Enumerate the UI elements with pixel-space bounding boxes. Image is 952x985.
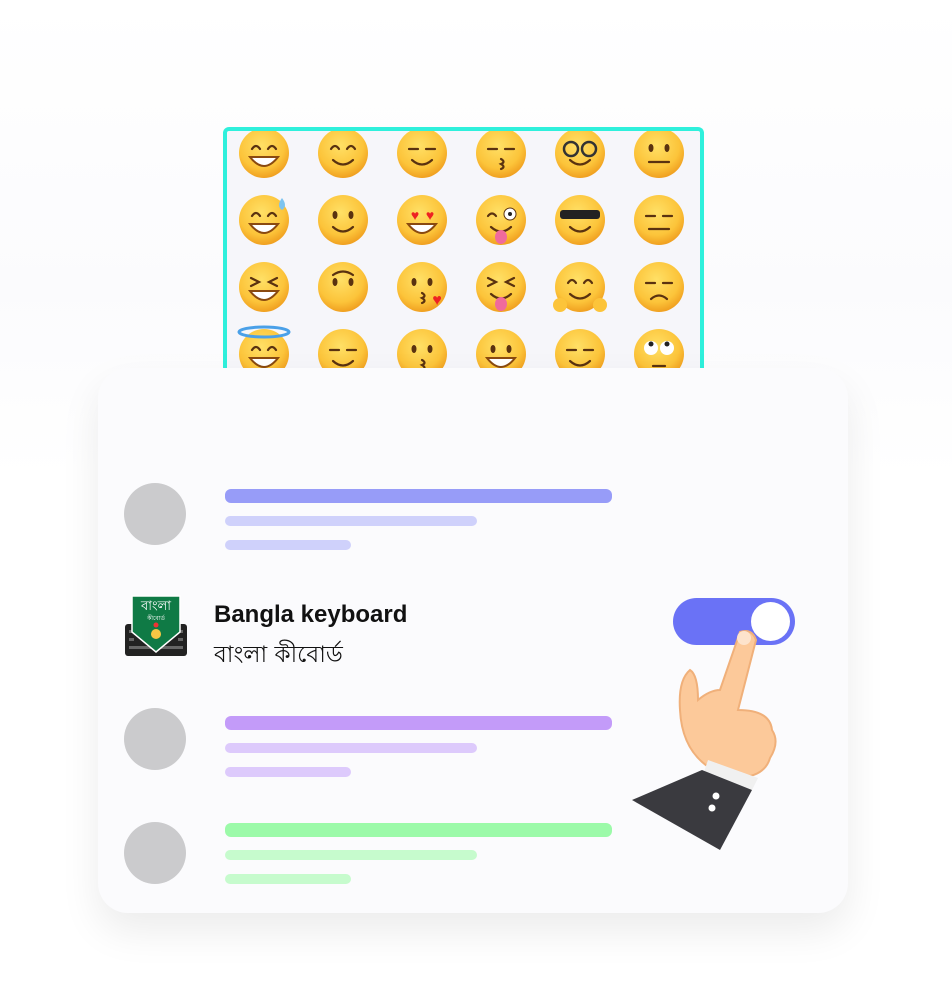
emoji-grid: ♥ ♥♥: [237, 131, 684, 379]
relieved-emoji-icon[interactable]: [397, 131, 447, 178]
upside-down-emoji-icon[interactable]: [318, 262, 368, 312]
svg-text:বাংলা: বাংলা: [140, 599, 171, 614]
smiling-eyes-emoji-icon[interactable]: [318, 131, 368, 178]
wink-tongue-emoji-icon[interactable]: [476, 195, 526, 245]
expressionless-emoji-icon[interactable]: [634, 195, 684, 245]
kissing-smiling-eyes-emoji-icon[interactable]: [476, 131, 526, 178]
placeholder-line: [225, 489, 612, 503]
pointing-hand-icon: [632, 630, 777, 850]
placeholder-avatar: [124, 822, 186, 884]
svg-text:♥: ♥: [426, 207, 434, 223]
placeholder-line: [225, 716, 612, 730]
placeholder-line: [225, 767, 351, 777]
placeholder-line: [225, 823, 612, 837]
placeholder-line: [225, 850, 477, 860]
squint-tongue-emoji-icon[interactable]: [476, 262, 526, 312]
keyboard-title: Bangla keyboard: [214, 601, 408, 628]
hugging-emoji-icon[interactable]: [553, 262, 607, 312]
bangla-keyboard-app-icon: বাংলা কীবোর্ড: [125, 595, 187, 656]
placeholder-avatar: [124, 483, 186, 545]
keyboard-subtitle: বাংলা কীবোর্ড: [214, 642, 343, 668]
slight-smile-emoji-icon[interactable]: [318, 195, 368, 245]
nerd-emoji-icon[interactable]: [555, 131, 605, 178]
svg-text:♥: ♥: [432, 292, 442, 309]
grinning-smiling-eyes-emoji-icon[interactable]: [239, 131, 289, 178]
heart-eyes-emoji-icon[interactable]: ♥ ♥: [397, 195, 447, 245]
svg-text:♥: ♥: [411, 207, 419, 223]
placeholder-line: [225, 743, 477, 753]
placeholder-line: [225, 874, 351, 884]
svg-text:কীবোর্ড: কীবোর্ড: [146, 614, 165, 622]
sunglasses-emoji-icon[interactable]: [555, 195, 605, 245]
sweat-smile-emoji-icon[interactable]: [239, 195, 289, 245]
laughing-emoji-icon[interactable]: [239, 262, 289, 312]
neutral-emoji-icon[interactable]: [634, 131, 684, 178]
emoji-panel: ♥ ♥ ♥: [223, 127, 704, 391]
unamused-emoji-icon[interactable]: [634, 262, 684, 312]
placeholder-line: [225, 516, 477, 526]
placeholder-line: [225, 540, 351, 550]
placeholder-avatar: [124, 708, 186, 770]
kiss-heart-emoji-icon[interactable]: ♥: [397, 262, 447, 312]
